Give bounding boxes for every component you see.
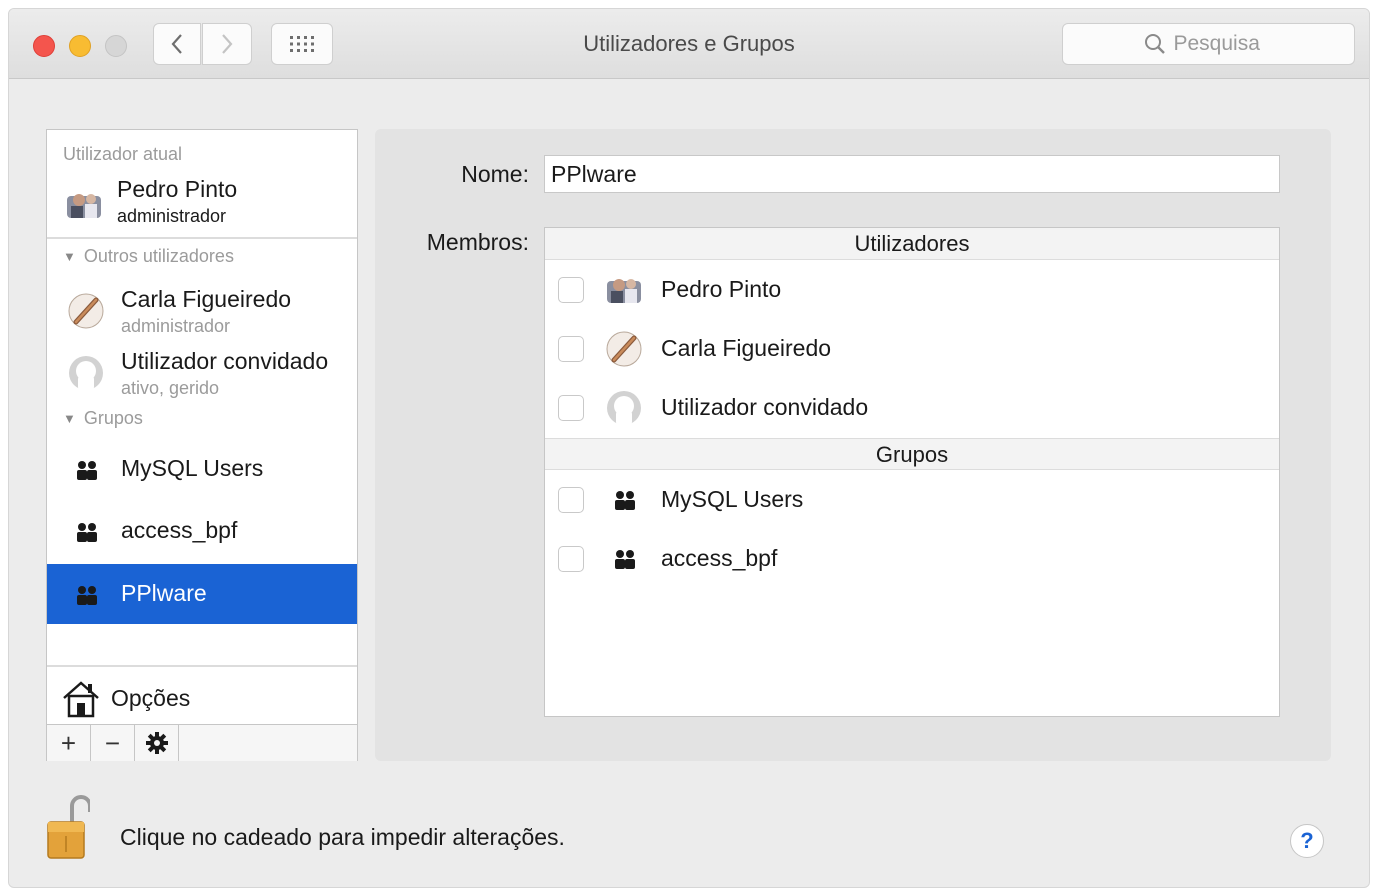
current-user-header-label: Utilizador atual xyxy=(63,144,183,164)
member-name: MySQL Users xyxy=(661,486,804,512)
member-checkbox[interactable] xyxy=(558,277,584,303)
user-name: Carla Figueiredo xyxy=(121,286,292,312)
options-label: Opções xyxy=(111,684,191,711)
divider xyxy=(47,665,357,667)
login-options-item[interactable]: Opções xyxy=(61,673,190,723)
member-row-user: Carla Figueiredo xyxy=(545,320,1279,378)
lock-message: Clique no cadeado para impedir alteraçõe… xyxy=(120,824,565,850)
member-checkbox[interactable] xyxy=(558,487,584,513)
group-name-field[interactable] xyxy=(544,155,1280,193)
preferences-window: Utilizadores e Grupos Utilizador atual P… xyxy=(8,8,1370,888)
group-icon xyxy=(77,461,97,480)
current-user-header: Utilizador atual xyxy=(63,144,182,165)
current-user-role: administrador xyxy=(117,206,227,226)
member-row-user: Pedro Pinto xyxy=(545,261,1279,319)
member-checkbox[interactable] xyxy=(558,546,584,572)
user-photo-avatar xyxy=(607,279,641,303)
group-icon xyxy=(615,491,635,510)
groups-header[interactable]: ▼ Grupos xyxy=(63,408,143,429)
search-input[interactable] xyxy=(1173,32,1274,56)
other-users-header[interactable]: ▼ Outros utilizadores xyxy=(63,246,234,267)
sidebar-item-group[interactable]: access_bpf xyxy=(47,501,357,561)
guest-avatar-icon xyxy=(69,356,103,390)
guest-avatar-icon xyxy=(607,391,641,425)
user-name: Utilizador convidado xyxy=(121,348,329,374)
groups-header-label: Grupos xyxy=(83,408,143,428)
users-section-header: Utilizadores xyxy=(545,228,1279,260)
group-icon xyxy=(615,550,635,569)
member-row-user: Utilizador convidado xyxy=(545,379,1279,437)
add-button[interactable]: + xyxy=(47,725,91,761)
remove-button[interactable]: − xyxy=(91,725,135,761)
users-sidebar: Utilizador atual Pedro Pinto administrad… xyxy=(46,129,358,761)
gear-icon xyxy=(145,732,168,754)
sidebar-item-user[interactable]: Carla Figueiredo administrador xyxy=(47,280,357,340)
title-bar: Utilizadores e Grupos xyxy=(9,9,1369,79)
user-photo-avatar xyxy=(67,194,101,218)
member-name: access_bpf xyxy=(661,545,778,571)
other-users-header-label: Outros utilizadores xyxy=(83,246,234,266)
action-menu-button[interactable] xyxy=(135,725,179,761)
name-label: Nome: xyxy=(461,161,529,187)
groups-section-header: Grupos xyxy=(545,438,1279,470)
sidebar-item-group-selected[interactable]: PPlware xyxy=(47,564,357,624)
user-role: administrador xyxy=(121,316,231,336)
user-role: ativo, gerido xyxy=(121,378,220,398)
group-name: MySQL Users xyxy=(121,455,264,481)
sidebar-item-group[interactable]: MySQL Users xyxy=(47,439,357,499)
group-icon xyxy=(77,523,97,542)
sidebar-item-user[interactable]: Utilizador convidado ativo, gerido xyxy=(47,342,357,402)
disclosure-triangle-icon: ▼ xyxy=(63,411,76,426)
member-checkbox[interactable] xyxy=(558,395,584,421)
member-name: Utilizador convidado xyxy=(661,394,869,420)
group-name: access_bpf xyxy=(121,517,238,543)
baseball-avatar-icon xyxy=(68,293,104,329)
divider xyxy=(47,237,357,239)
member-row-group: MySQL Users xyxy=(545,471,1279,529)
help-button[interactable]: ? xyxy=(1290,824,1324,858)
house-icon xyxy=(63,681,99,718)
sidebar-toolbar: + − xyxy=(47,724,357,761)
search-icon xyxy=(1144,34,1165,54)
group-name: PPlware xyxy=(121,580,207,606)
group-icon xyxy=(77,586,97,605)
members-list: Utilizadores Pedro Pinto Carla Figueired… xyxy=(544,227,1280,717)
disclosure-triangle-icon: ▼ xyxy=(63,249,76,264)
baseball-avatar-icon xyxy=(606,331,642,367)
member-name: Pedro Pinto xyxy=(661,276,782,302)
members-label: Membros: xyxy=(426,229,529,255)
sidebar-item-current-user[interactable]: Pedro Pinto administrador xyxy=(47,176,357,236)
member-row-group: access_bpf xyxy=(545,530,1279,588)
current-user-name: Pedro Pinto xyxy=(117,176,238,202)
unlocked-padlock-icon[interactable] xyxy=(46,790,90,860)
member-name: Carla Figueiredo xyxy=(661,335,832,361)
member-checkbox[interactable] xyxy=(558,336,584,362)
group-detail-panel: Nome: Membros: Utilizadores Pedro Pinto xyxy=(375,129,1331,761)
search-field[interactable] xyxy=(1062,23,1355,65)
